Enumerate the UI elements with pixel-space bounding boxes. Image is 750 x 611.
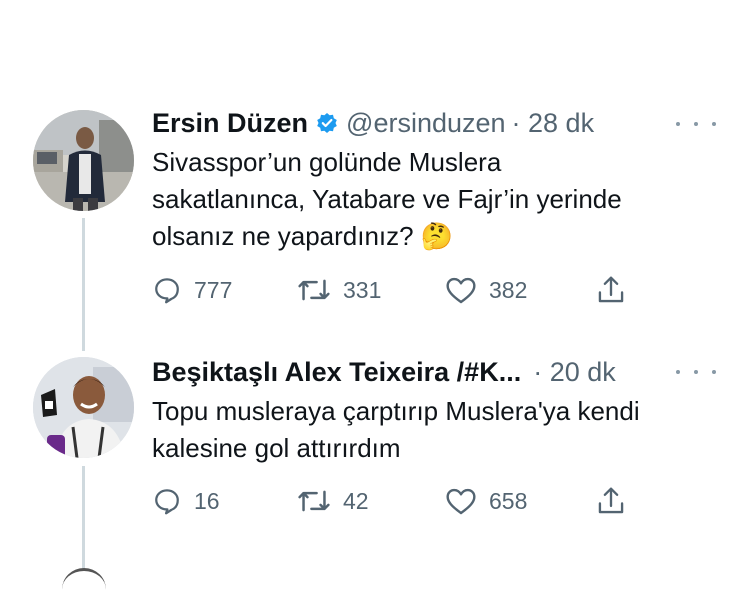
handle[interactable]: @ersinduzen	[346, 108, 506, 139]
next-avatar-edge	[62, 568, 106, 611]
thinking-face-emoji: 🤔	[420, 221, 454, 251]
tweet-text-line: Topu musleraya çarptırıp Muslera'ya kend…	[152, 396, 640, 426]
retweet-button[interactable]: 331	[297, 270, 381, 310]
share-button[interactable]	[596, 481, 626, 521]
like-button[interactable]: 658	[445, 481, 527, 521]
reply-icon	[155, 278, 179, 304]
retweet-count: 42	[343, 487, 369, 514]
reply-button[interactable]: 777	[152, 270, 232, 310]
retweet-count: 331	[343, 276, 382, 303]
share-icon	[598, 487, 624, 514]
like-button[interactable]: 382	[445, 270, 527, 310]
reply-count: 16	[194, 487, 220, 514]
avatar-photo	[33, 357, 134, 458]
timestamp[interactable]: · 20 dk	[533, 357, 616, 388]
retweet-button[interactable]: 42	[297, 481, 369, 521]
like-count: 658	[489, 487, 528, 514]
like-count: 382	[489, 276, 528, 303]
tweet-text-line: sakatlanınca, Yatabare ve Fajr’in yerind…	[152, 184, 622, 214]
avatar[interactable]	[33, 357, 134, 458]
timestamp[interactable]: · 28 dk	[512, 108, 595, 139]
heart-icon	[446, 488, 476, 515]
display-name[interactable]: Ersin Düzen	[152, 108, 308, 139]
share-icon	[598, 276, 624, 303]
retweet-icon	[298, 279, 330, 301]
verified-badge-icon	[317, 113, 337, 133]
tweet-text: Topu musleraya çarptırıp Muslera'ya kend…	[152, 393, 640, 467]
share-button[interactable]	[596, 270, 626, 310]
tweet-text-line: olsanız ne yapardınız? 🤔	[152, 221, 454, 251]
more-icon[interactable]	[676, 365, 716, 379]
tweet-text-line: kalesine gol attırırdım	[152, 433, 401, 463]
reply-button[interactable]: 16	[152, 481, 220, 521]
avatar-photo	[33, 110, 134, 211]
more-icon[interactable]	[676, 117, 716, 131]
thread-line	[82, 466, 85, 569]
reply-icon	[155, 489, 179, 515]
retweet-icon	[298, 490, 330, 512]
display-name[interactable]: Beşiktaşlı Alex Teixeira /#K...	[152, 357, 521, 388]
heart-icon	[446, 277, 476, 304]
reply-count: 777	[194, 276, 233, 303]
avatar[interactable]	[33, 110, 134, 211]
thread-line	[82, 218, 85, 351]
tweet-text: Sivasspor’un golünde Muslera sakatlanınc…	[152, 144, 622, 255]
tweet-text-line: Sivasspor’un golünde Muslera	[152, 147, 502, 177]
